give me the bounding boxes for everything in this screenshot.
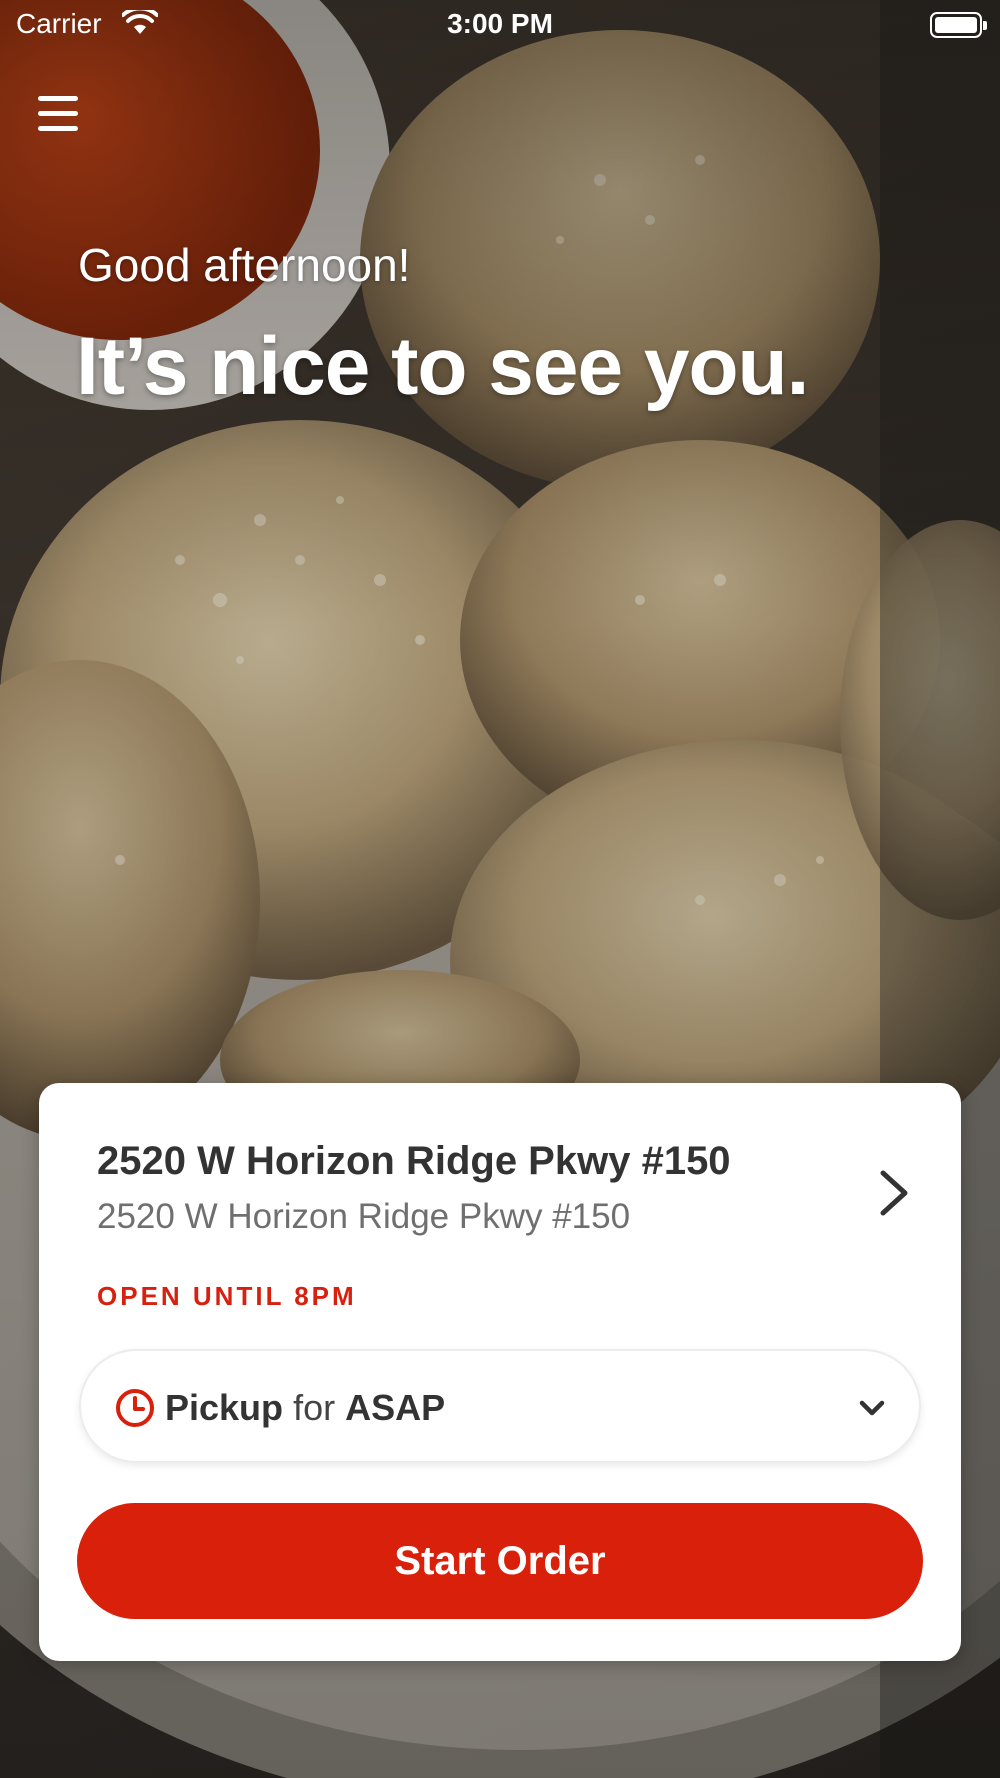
store-name[interactable]: 2520 W Horizon Ridge Pkwy #150: [97, 1139, 731, 1184]
order-mode-connector: for: [293, 1387, 336, 1428]
clock-icon: [116, 1389, 154, 1427]
chevron-down-icon: [859, 1400, 885, 1416]
order-mode-type: Pickup: [165, 1387, 284, 1428]
store-hours-status: OPEN UNTIL 8PM: [97, 1281, 357, 1311]
start-order-button[interactable]: Start Order: [77, 1503, 923, 1619]
store-address: 2520 W Horizon Ridge Pkwy #150: [97, 1197, 631, 1236]
menu-button[interactable]: [30, 88, 86, 138]
status-bar: Carrier 3:00 PM: [0, 0, 1000, 50]
chevron-right-icon[interactable]: [869, 1163, 919, 1223]
welcome-headline: It’s nice to see you.: [76, 321, 809, 412]
status-time: 3:00 PM: [447, 8, 553, 39]
order-mode-time: ASAP: [345, 1387, 446, 1428]
order-mode-text: Pickup for ASAP: [165, 1387, 445, 1429]
location-card: 2520 W Horizon Ridge Pkwy #150 2520 W Ho…: [39, 1083, 961, 1661]
greeting-text: Good afternoon!: [78, 239, 411, 291]
order-mode-dropdown[interactable]: Pickup for ASAP: [79, 1349, 921, 1463]
battery-icon: [930, 12, 987, 38]
